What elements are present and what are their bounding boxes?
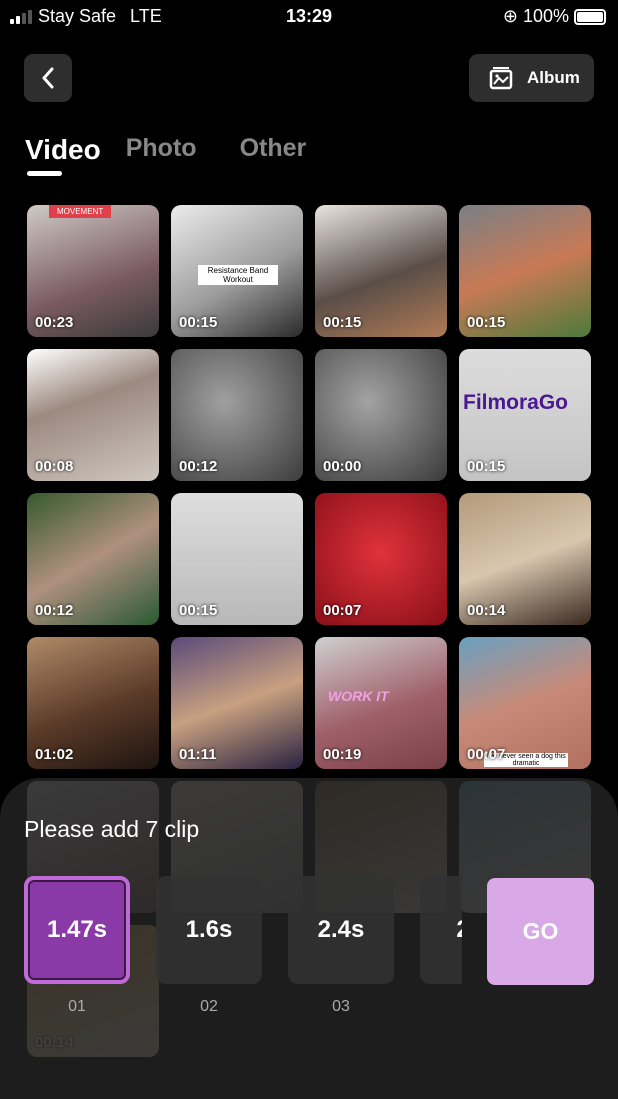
video-duration: 00:15 (323, 314, 362, 331)
video-duration: 00:08 (35, 458, 74, 475)
video-thumbnail[interactable]: I've never seen a dog this dramatic 00:07 (459, 637, 591, 769)
thumbnail-caption: MOVEMENT (49, 205, 112, 218)
clip-index: 01 (68, 998, 86, 1015)
panel-title: Please add 7 clip (24, 816, 200, 842)
video-duration: 01:11 (179, 746, 217, 763)
album-button[interactable]: Album (469, 54, 594, 102)
rotation-lock-icon: ⊕ (502, 6, 518, 26)
clip-slot[interactable]: 1.6s 02 (156, 876, 262, 1026)
video-duration: 00:00 (323, 458, 362, 475)
video-duration: 01:02 (35, 746, 74, 763)
album-label: Album (527, 68, 580, 87)
video-duration: 00:23 (35, 314, 74, 331)
video-duration: 00:15 (179, 314, 218, 331)
video-thumbnail[interactable]: 00:15 (459, 205, 591, 337)
video-duration: 00:07 (323, 602, 362, 619)
battery-icon (574, 8, 606, 25)
video-thumbnail[interactable]: 00:12 (27, 493, 159, 625)
clip-index: 02 (200, 998, 218, 1015)
video-thumbnail[interactable]: 00:12 (171, 349, 303, 481)
clip-duration: 2.4s (288, 876, 394, 984)
battery-percent: 100% (522, 6, 569, 26)
go-button[interactable]: GO (487, 878, 594, 985)
clip-duration: 2.3 (420, 876, 462, 984)
video-thumbnail[interactable]: 00:15 (171, 493, 303, 625)
clip-slots: 1.47s 01 1.6s 02 2.4s 03 2.3 04 (24, 876, 462, 1026)
clip-slot[interactable]: 2.4s 03 (288, 876, 394, 1026)
clip-duration: 1.6s (156, 876, 262, 984)
clip-panel: Please add 7 clip 1.47s 01 1.6s 02 2.4s 03 … (0, 778, 618, 1099)
video-thumbnail[interactable]: 01:11 (171, 637, 303, 769)
video-thumbnail[interactable]: MOVEMENT 00:23 (27, 205, 159, 337)
video-thumbnail[interactable]: 00:07 (315, 493, 447, 625)
media-tabs: Video Photo Other (25, 134, 307, 176)
video-duration: 00:12 (35, 602, 74, 619)
clip-slot[interactable]: 2.3 04 (420, 876, 462, 1026)
thumbnail-caption: Resistance Band Workout (198, 265, 278, 285)
tab-other[interactable]: Other (240, 134, 307, 166)
tab-video[interactable]: Video (25, 134, 101, 176)
clip-index: 04 (420, 998, 462, 1016)
video-duration: 00:15 (467, 458, 506, 475)
status-bar: Stay Safe LTE 13:29 ⊕ 100% (0, 0, 618, 32)
video-duration: 00:07 (467, 746, 506, 763)
video-thumbnail[interactable]: 00:15 (315, 205, 447, 337)
video-thumbnail[interactable]: FilmoraGo 00:15 (459, 349, 591, 481)
video-duration: 00:19 (323, 746, 362, 763)
image-icon (489, 67, 513, 90)
clip-duration: 1.47s (24, 876, 130, 984)
clip-index: 03 (332, 998, 350, 1015)
video-thumbnail[interactable]: 00:08 (27, 349, 159, 481)
tab-photo[interactable]: Photo (126, 134, 197, 166)
video-duration: 00:12 (179, 458, 218, 475)
video-thumbnail[interactable]: 01:02 (27, 637, 159, 769)
video-duration: 00:15 (179, 602, 218, 619)
video-thumbnail[interactable]: WORK IT 00:19 (315, 637, 447, 769)
video-thumbnail[interactable]: 00:14 (459, 493, 591, 625)
thumbnail-caption: WORK IT (328, 688, 389, 704)
chevron-left-icon (42, 67, 54, 89)
clip-slot[interactable]: 1.47s 01 (24, 876, 130, 1026)
video-duration: 00:14 (467, 602, 506, 619)
back-button[interactable] (24, 54, 72, 102)
video-thumbnail[interactable]: Resistance Band Workout 00:15 (171, 205, 303, 337)
video-thumbnail[interactable]: 00:00 (315, 349, 447, 481)
video-duration: 00:15 (467, 314, 506, 331)
thumbnail-caption: FilmoraGo (463, 391, 569, 414)
